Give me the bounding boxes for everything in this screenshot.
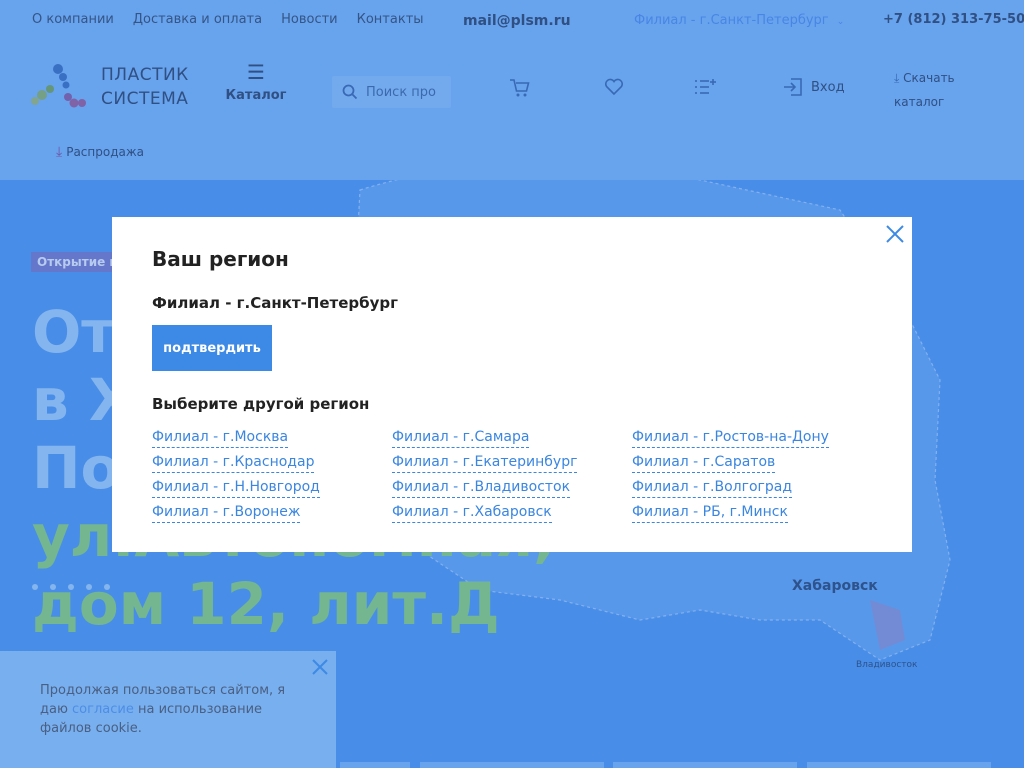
region-list: Филиал - г.Москва Филиал - г.Самара Фили… <box>152 427 872 523</box>
region-link-voronezh[interactable]: Филиал - г.Воронеж <box>152 502 301 523</box>
region-link-minsk[interactable]: Филиал - РБ, г.Минск <box>632 502 788 523</box>
current-region: Филиал - г.Санкт-Петербург <box>152 294 398 312</box>
cookie-text: Продолжая пользоваться сайтом, я даю сог… <box>40 681 310 738</box>
cookie-consent-link[interactable]: согласие <box>72 702 134 717</box>
region-link-ekaterinburg[interactable]: Филиал - г.Екатеринбург <box>392 452 578 473</box>
confirm-button[interactable]: подтвердить <box>152 325 272 371</box>
cookie-banner: Продолжая пользоваться сайтом, я даю сог… <box>0 651 336 768</box>
modal-title: Ваш регион <box>152 247 289 271</box>
region-link-samara[interactable]: Филиал - г.Самара <box>392 427 530 448</box>
region-link-khabarovsk[interactable]: Филиал - г.Хабаровск <box>392 502 552 523</box>
region-link-nnovgorod[interactable]: Филиал - г.Н.Новгород <box>152 477 320 498</box>
region-link-moscow[interactable]: Филиал - г.Москва <box>152 427 289 448</box>
region-link-saratov[interactable]: Филиал - г.Саратов <box>632 452 776 473</box>
region-link-krasnodar[interactable]: Филиал - г.Краснодар <box>152 452 315 473</box>
region-link-vladivostok[interactable]: Филиал - г.Владивосток <box>392 477 571 498</box>
region-modal: Ваш регион Филиал - г.Санкт-Петербург по… <box>112 217 912 552</box>
close-icon[interactable] <box>884 223 906 245</box>
cookie-close-icon[interactable] <box>310 657 330 677</box>
region-link-rostov[interactable]: Филиал - г.Ростов-на-Дону <box>632 427 829 448</box>
region-link-volgograd[interactable]: Филиал - г.Волгоград <box>632 477 793 498</box>
other-region-title: Выберите другой регион <box>152 395 370 413</box>
